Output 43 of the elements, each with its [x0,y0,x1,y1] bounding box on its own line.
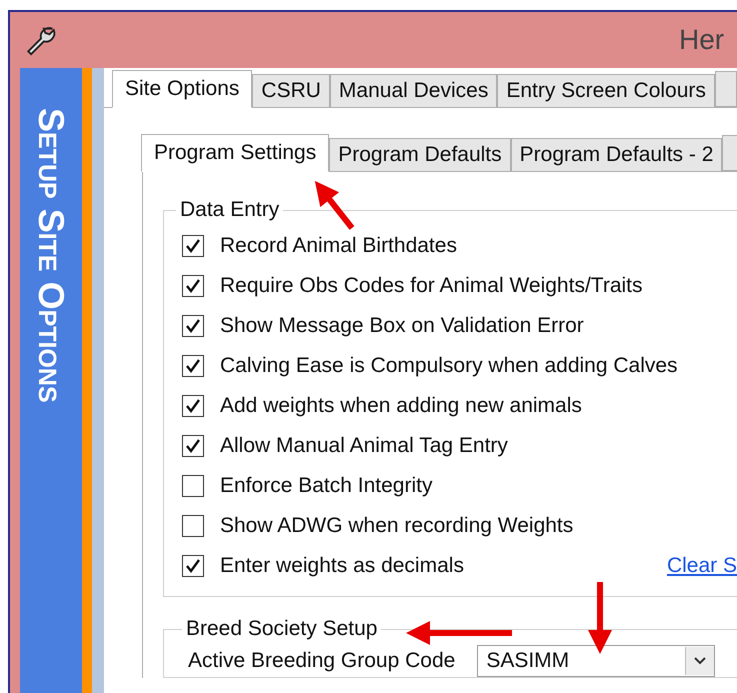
arrow-icon [314,180,354,230]
tab[interactable]: Program Defaults - 2 [510,138,722,172]
checkbox-label: Calving Ease is Compulsory when adding Calves [220,354,678,378]
tab[interactable]: CSRU [252,74,330,108]
dropdown[interactable]: SASIMM [477,645,716,677]
group-title: Breed Society Setup [185,617,378,641]
check-icon [185,278,201,294]
checkbox[interactable] [182,515,204,537]
checkbox[interactable] [182,555,204,577]
checkbox-label: Enter weights as decimals [220,554,464,578]
tab[interactable]: Entry Screen Colours [497,74,715,108]
check-icon [185,438,201,454]
window-title: Her [679,24,724,56]
checkbox[interactable] [182,435,204,457]
arrow-icon [406,621,512,645]
check-icon [185,558,201,574]
checkbox-label: Add weights when adding new animals [220,394,582,418]
tab[interactable]: Site Options [112,70,252,108]
checkbox-label: Show Message Box on Validation Error [220,314,584,338]
group-title: Data Entry [179,198,280,222]
checkbox-label: Allow Manual Animal Tag Entry [220,434,508,458]
check-icon [185,318,201,334]
checkbox-label: Show ADWG when recording Weights [220,514,574,538]
checkbox[interactable] [182,395,204,417]
tab[interactable]: Program Defaults [329,138,511,172]
checkbox[interactable] [182,475,204,497]
check-icon [185,238,201,254]
checkbox-label: Record Animal Birthdates [220,234,457,258]
field-label: Active Breeding Group Code [188,649,456,673]
checkbox[interactable] [182,315,204,337]
checkbox[interactable] [182,275,204,297]
checkbox-label: Enforce Batch Integrity [220,474,432,498]
sidebar-title: Setup Site Options [33,108,69,403]
checkbox-label: Require Obs Codes for Animal Weights/Traits [220,274,643,298]
tab[interactable]: Manual Devices [330,74,498,108]
checkbox[interactable] [182,235,204,257]
tab[interactable]: Program Settings [141,134,330,172]
check-icon [185,358,201,374]
check-icon [185,398,201,414]
chevron-down-icon [693,656,708,666]
checkbox[interactable] [182,355,204,377]
link[interactable]: Clear S [666,554,737,578]
arrow-icon [588,582,612,654]
